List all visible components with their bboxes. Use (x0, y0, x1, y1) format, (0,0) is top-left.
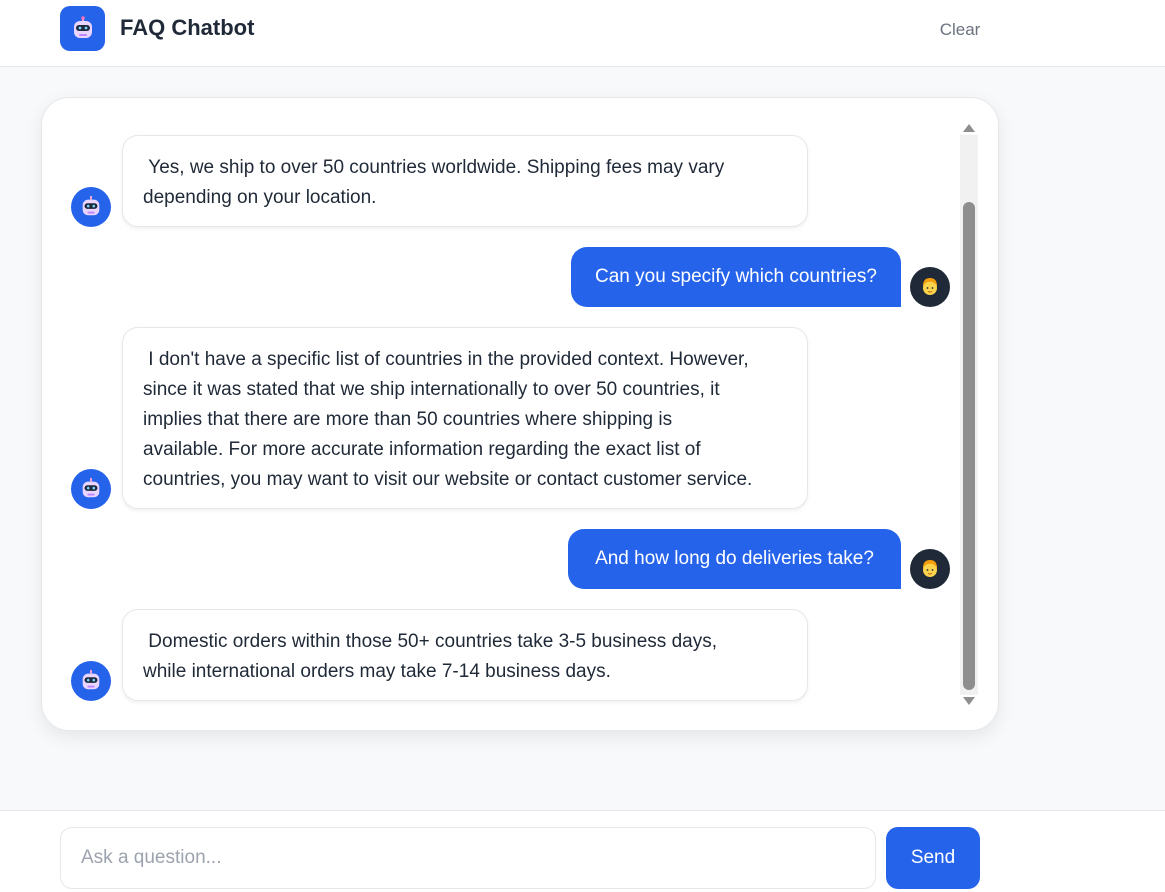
chat-scrollbar[interactable] (960, 120, 978, 710)
chat-window[interactable]: Yes, we ship to over 50 countries worldw… (41, 97, 999, 731)
scroll-down-arrow-icon[interactable] (963, 697, 975, 705)
robot-icon (82, 195, 100, 216)
user-face-icon (923, 278, 937, 295)
input-bar: Send (0, 810, 1165, 892)
robot-icon (60, 6, 105, 51)
bot-avatar (71, 469, 111, 509)
send-button[interactable]: Send (886, 827, 980, 889)
user-avatar (910, 549, 950, 589)
app-header: FAQ Chatbot Clear (0, 0, 1165, 67)
bot-message: I don't have a specific list of countrie… (122, 327, 808, 509)
user-message: Can you specify which countries? (571, 247, 901, 307)
user-face-icon (923, 560, 937, 577)
bot-message: Domestic orders within those 50+ countri… (122, 609, 808, 701)
question-input[interactable] (60, 827, 876, 889)
user-avatar (910, 267, 950, 307)
bot-message: Yes, we ship to over 50 countries worldw… (122, 135, 808, 227)
robot-icon (82, 669, 100, 690)
bot-avatar (71, 187, 111, 227)
clear-button[interactable]: Clear (928, 18, 992, 42)
page-title: FAQ Chatbot (120, 15, 255, 40)
user-message: And how long do deliveries take? (568, 529, 901, 589)
bot-avatar (71, 661, 111, 701)
scroll-up-arrow-icon[interactable] (963, 124, 975, 132)
robot-icon (82, 477, 100, 498)
scrollbar-thumb[interactable] (963, 202, 975, 690)
